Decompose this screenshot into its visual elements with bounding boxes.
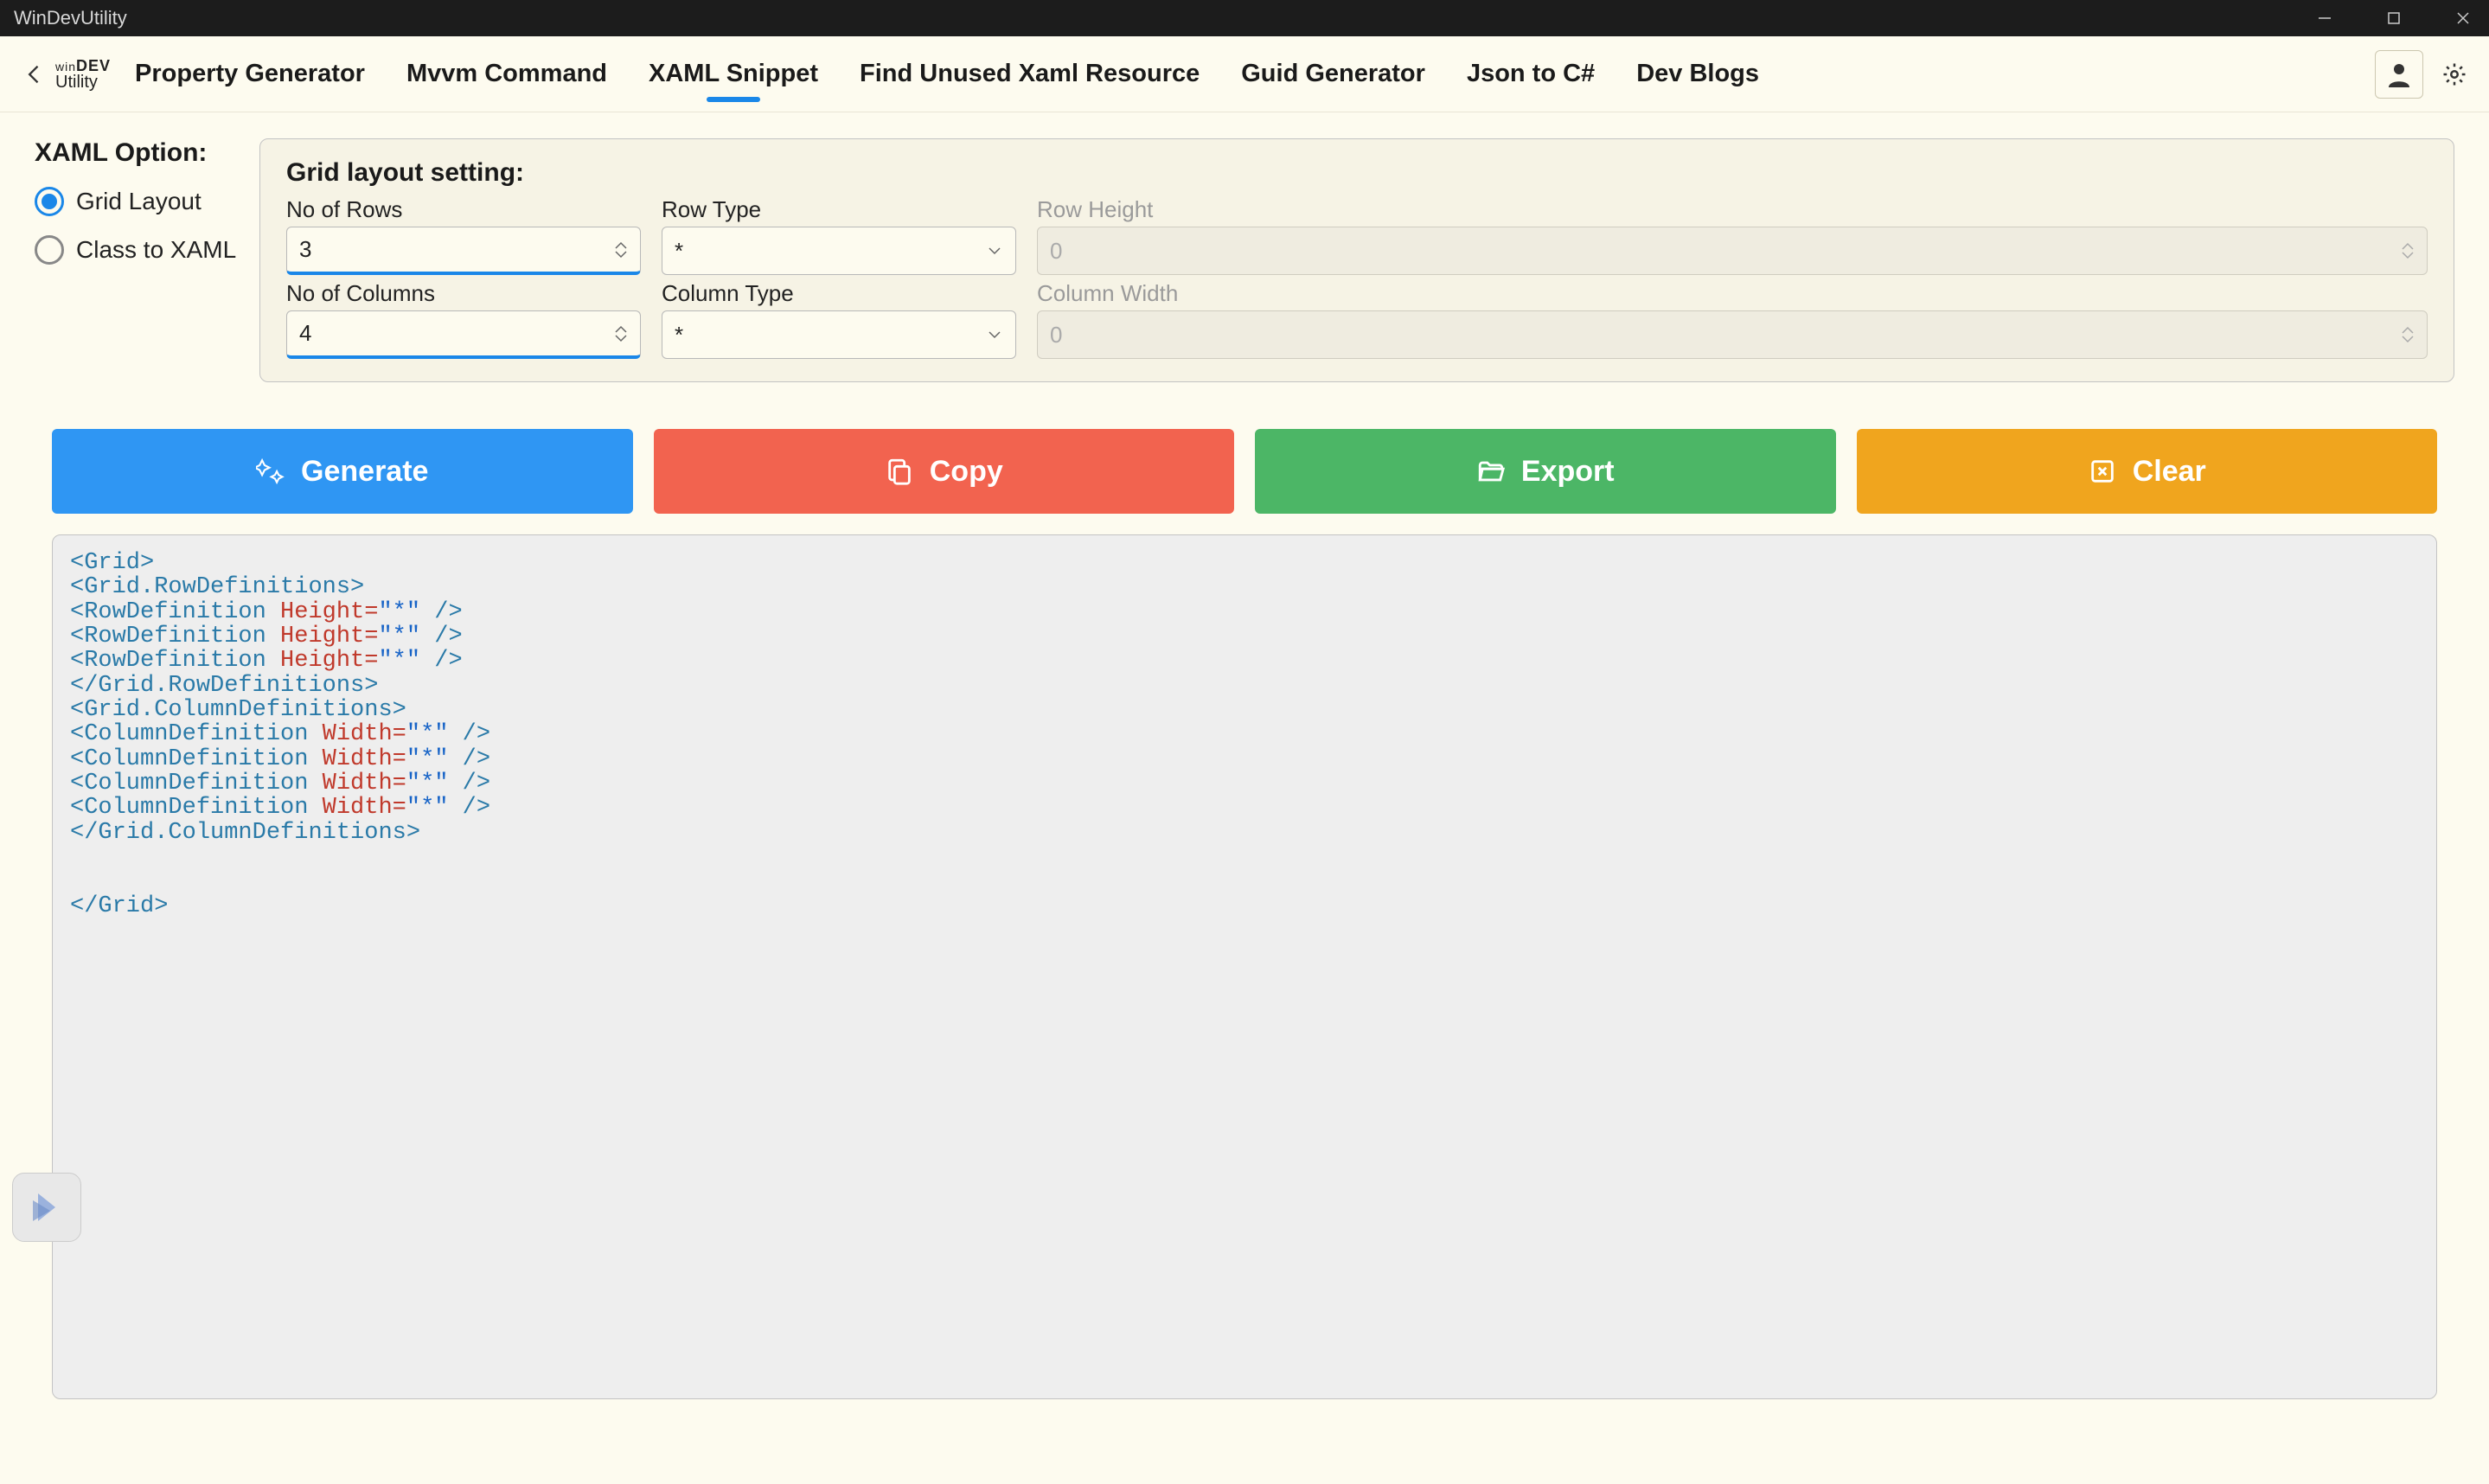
- nav-guid-generator[interactable]: Guid Generator: [1238, 39, 1429, 109]
- nav-dev-blogs[interactable]: Dev Blogs: [1633, 39, 1763, 109]
- window-titlebar: WinDevUtility: [0, 0, 2489, 36]
- rows-input[interactable]: 3: [286, 227, 641, 275]
- nav-find-unused-xaml[interactable]: Find Unused Xaml Resource: [856, 39, 1203, 109]
- spinner-icon: [614, 241, 628, 259]
- nav-xaml-snippet[interactable]: XAML Snippet: [645, 39, 822, 109]
- radio-grid-layout[interactable]: Grid Layout: [35, 187, 259, 216]
- minimize-button[interactable]: [2307, 1, 2342, 35]
- clear-button[interactable]: Clear: [1857, 429, 2438, 514]
- colwidth-label: Column Width: [1037, 280, 2428, 307]
- radio-class-to-xaml[interactable]: Class to XAML: [35, 235, 259, 265]
- spinner-icon: [614, 325, 628, 342]
- coltype-label: Column Type: [662, 280, 1016, 307]
- gear-icon: [2441, 61, 2467, 87]
- rowheight-input: 0: [1037, 227, 2428, 275]
- settings-button[interactable]: [2437, 57, 2472, 92]
- action-bar: Generate Copy Export Clear: [52, 429, 2437, 514]
- code-output[interactable]: <Grid> <Grid.RowDefinitions> <RowDefinit…: [52, 534, 2437, 1399]
- copy-icon: [885, 457, 914, 486]
- spinner-icon: [2401, 326, 2415, 343]
- coltype-select[interactable]: *: [662, 310, 1016, 359]
- back-button[interactable]: [17, 57, 52, 92]
- spinner-icon: [2401, 242, 2415, 259]
- copy-button[interactable]: Copy: [654, 429, 1235, 514]
- rowheight-label: Row Height: [1037, 196, 2428, 223]
- xaml-option-panel: XAML Option: Grid Layout Class to XAML: [35, 138, 259, 284]
- nav-property-generator[interactable]: Property Generator: [131, 39, 368, 109]
- chevron-down-icon: [986, 326, 1003, 343]
- export-button[interactable]: Export: [1255, 429, 1836, 514]
- chevron-down-icon: [986, 242, 1003, 259]
- radio-icon: [35, 187, 64, 216]
- generate-button[interactable]: Generate: [52, 429, 633, 514]
- close-button[interactable]: [2446, 1, 2480, 35]
- colwidth-input: 0: [1037, 310, 2428, 359]
- radio-icon: [35, 235, 64, 265]
- grid-settings-panel: Grid layout setting: No of Rows 3 Row Ty…: [259, 138, 2454, 382]
- cols-input[interactable]: 4: [286, 310, 641, 359]
- rowtype-select[interactable]: *: [662, 227, 1016, 275]
- clear-icon: [2088, 457, 2117, 486]
- rowtype-label: Row Type: [662, 196, 1016, 223]
- maximize-button[interactable]: [2377, 1, 2411, 35]
- nav-tabs: Property Generator Mvvm Command XAML Sni…: [131, 39, 1763, 109]
- panel-title: Grid layout setting:: [286, 158, 2428, 188]
- user-avatar[interactable]: [2375, 50, 2423, 99]
- xaml-option-title: XAML Option:: [35, 138, 259, 168]
- window-title: WinDevUtility: [14, 7, 127, 29]
- cols-label: No of Columns: [286, 280, 641, 307]
- rows-label: No of Rows: [286, 196, 641, 223]
- app-logo: winDEV Utility: [55, 58, 111, 91]
- floating-share-icon[interactable]: [12, 1173, 81, 1242]
- generate-icon: [256, 457, 285, 486]
- nav-mvvm-command[interactable]: Mvvm Command: [403, 39, 611, 109]
- nav-json-to-csharp[interactable]: Json to C#: [1463, 39, 1598, 109]
- app-header: winDEV Utility Property Generator Mvvm C…: [0, 36, 2489, 112]
- folder-open-icon: [1476, 457, 1506, 486]
